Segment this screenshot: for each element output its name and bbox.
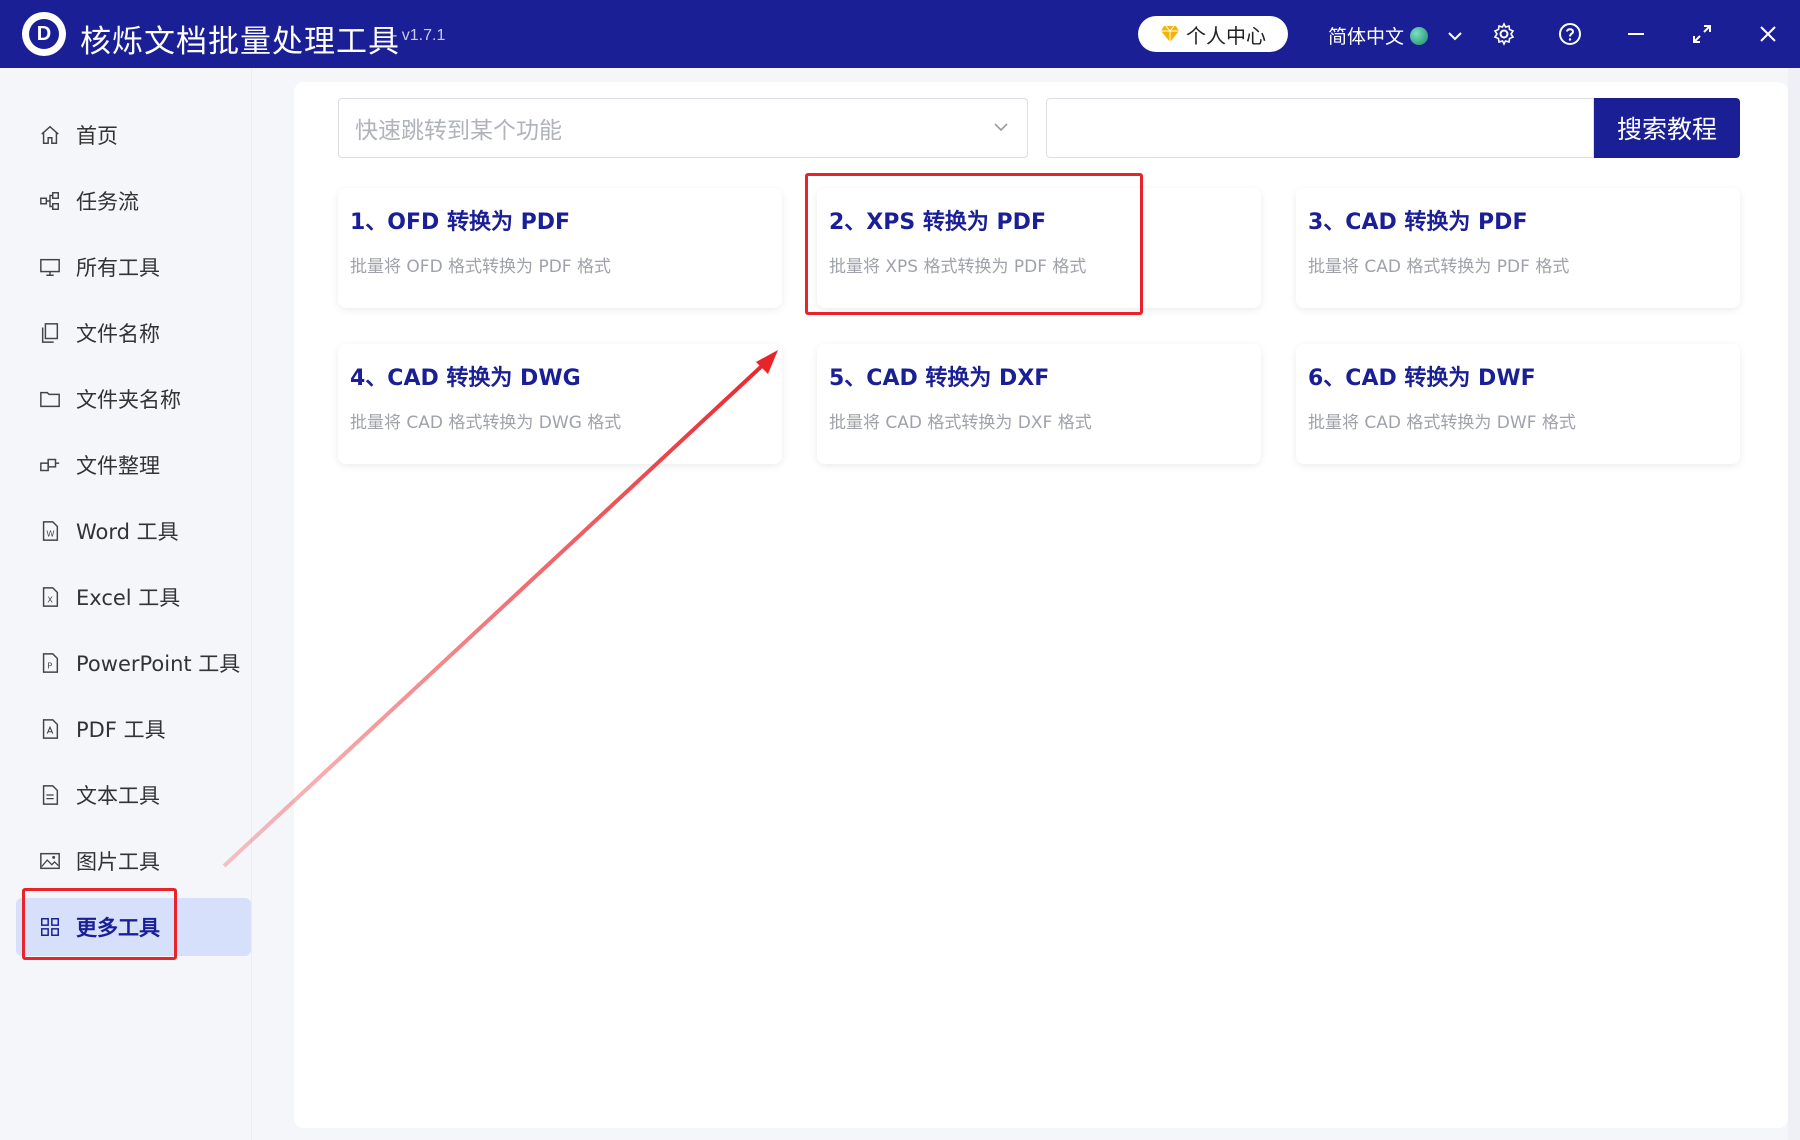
sidebar-item-powerpoint-tools[interactable]: P PowerPoint 工具 [16,634,251,692]
tool-card-cad-to-dwf[interactable]: 6、CAD 转换为 DWF 批量将 CAD 格式转换为 DWF 格式 [1296,344,1740,464]
title-bar: D 核烁文档批量处理工具 - v1.7.1 个人中心 简体中文 [0,0,1800,68]
tool-card-cad-to-dxf[interactable]: 5、CAD 转换为 DXF 批量将 CAD 格式转换为 DXF 格式 [817,344,1261,464]
home-icon [38,123,62,147]
sidebar-item-label: Word 工具 [76,520,179,544]
pdf-icon [38,717,62,741]
powerpoint-icon: P [38,651,62,675]
gear-icon [1493,22,1515,46]
sidebar-item-all-tools[interactable]: 所有工具 [16,238,251,296]
help-icon [1559,23,1581,45]
app-title: 核烁文档批量处理工具 [80,24,400,60]
chevron-down-icon [994,123,1008,132]
app-version: - v1.7.1 [392,27,446,44]
globe-icon [1410,26,1429,45]
card-description: 批量将 CAD 格式转换为 PDF 格式 [1308,257,1570,277]
sidebar-item-excel-tools[interactable]: X Excel 工具 [16,568,251,626]
sidebar-item-image-tools[interactable]: 图片工具 [16,832,251,890]
sidebar-item-label: Excel 工具 [76,586,181,610]
card-title: 4、CAD 转换为 DWG [350,366,581,391]
window-edge [1788,68,1800,1140]
card-description: 批量将 XPS 格式转换为 PDF 格式 [829,257,1087,277]
sidebar-item-folder-name[interactable]: 文件夹名称 [16,370,251,428]
card-description: 批量将 CAD 格式转换为 DXF 格式 [829,413,1092,433]
tool-card-ofd-to-pdf[interactable]: 1、OFD 转换为 PDF 批量将 OFD 格式转换为 PDF 格式 [338,188,782,308]
quick-jump-select[interactable]: 快速跳转到某个功能 [338,98,1028,158]
settings-button[interactable] [1488,18,1520,50]
svg-text:W: W [46,529,54,539]
card-title: 1、OFD 转换为 PDF [350,210,571,235]
expand-icon [1693,25,1711,43]
svg-text:P: P [47,661,52,671]
card-title: 3、CAD 转换为 PDF [1308,210,1528,235]
quick-jump-placeholder: 快速跳转到某个功能 [355,118,562,144]
sidebar-item-pdf-tools[interactable]: PDF 工具 [16,700,251,758]
word-icon: W [38,519,62,543]
sidebar-item-label: PowerPoint 工具 [76,652,241,676]
card-title: 2、XPS 转换为 PDF [829,210,1046,235]
image-icon [38,849,62,873]
diamond-icon [1161,25,1179,42]
chevron-down-icon [1448,31,1462,40]
main-panel: 快速跳转到某个功能 搜索教程 1、OFD 转换为 PDF 批量将 OFD 格式转… [294,82,1788,1128]
sidebar-item-label: 任务流 [76,190,139,214]
sidebar-item-home[interactable]: 首页 [16,106,251,164]
sidebar-item-label: 更多工具 [76,916,160,940]
svg-text:X: X [47,595,53,605]
sidebar-item-label: 文件整理 [76,454,160,478]
search-tutorial-button[interactable]: 搜索教程 [1594,98,1740,158]
logo-letter: D [29,19,59,49]
sidebar-item-label: 图片工具 [76,850,160,874]
user-center-button[interactable]: 个人中心 [1138,16,1288,52]
organize-icon [38,453,62,477]
sidebar-item-label: 文本工具 [76,784,160,808]
sidebar-item-file-name[interactable]: 文件名称 [16,304,251,362]
sidebar-item-label: 首页 [76,124,118,148]
language-label: 简体中文 [1328,26,1405,48]
sidebar-item-label: 所有工具 [76,256,160,280]
close-icon [1760,26,1776,42]
maximize-button[interactable] [1686,18,1718,50]
search-input[interactable] [1046,98,1594,158]
workflow-icon [38,189,62,213]
card-description: 批量将 OFD 格式转换为 PDF 格式 [350,257,611,277]
grid-icon [38,915,62,939]
sidebar-item-label: 文件夹名称 [76,388,181,412]
card-description: 批量将 CAD 格式转换为 DWG 格式 [350,413,622,433]
text-icon [38,783,62,807]
tool-card-xps-to-pdf[interactable]: 2、XPS 转换为 PDF 批量将 XPS 格式转换为 PDF 格式 [817,188,1261,308]
sidebar-item-workflow[interactable]: 任务流 [16,172,251,230]
sidebar: 首页 任务流 所有工具 文件名称 文件夹名称 文件整理 W Word 工具 X … [0,68,252,1140]
monitor-icon [38,255,62,279]
minimize-icon [1628,33,1644,35]
sidebar-item-label: 文件名称 [76,322,160,346]
folder-icon [38,387,62,411]
card-description: 批量将 CAD 格式转换为 DWF 格式 [1308,413,1576,433]
sidebar-item-text-tools[interactable]: 文本工具 [16,766,251,824]
minimize-button[interactable] [1620,18,1652,50]
sidebar-item-word-tools[interactable]: W Word 工具 [16,502,251,560]
excel-icon: X [38,585,62,609]
card-title: 6、CAD 转换为 DWF [1308,366,1536,391]
sidebar-item-label: PDF 工具 [76,718,166,742]
close-button[interactable] [1752,18,1784,50]
user-center-label: 个人中心 [1186,23,1266,48]
app-logo: D [22,12,66,56]
sidebar-item-more-tools[interactable]: 更多工具 [16,898,251,956]
card-title: 5、CAD 转换为 DXF [829,366,1050,391]
file-copy-icon [38,321,62,345]
sidebar-item-file-organize[interactable]: 文件整理 [16,436,251,494]
tool-card-cad-to-pdf[interactable]: 3、CAD 转换为 PDF 批量将 CAD 格式转换为 PDF 格式 [1296,188,1740,308]
language-selector[interactable]: 简体中文 [1328,22,1464,49]
help-button[interactable] [1554,18,1586,50]
tool-card-cad-to-dwg[interactable]: 4、CAD 转换为 DWG 批量将 CAD 格式转换为 DWG 格式 [338,344,782,464]
